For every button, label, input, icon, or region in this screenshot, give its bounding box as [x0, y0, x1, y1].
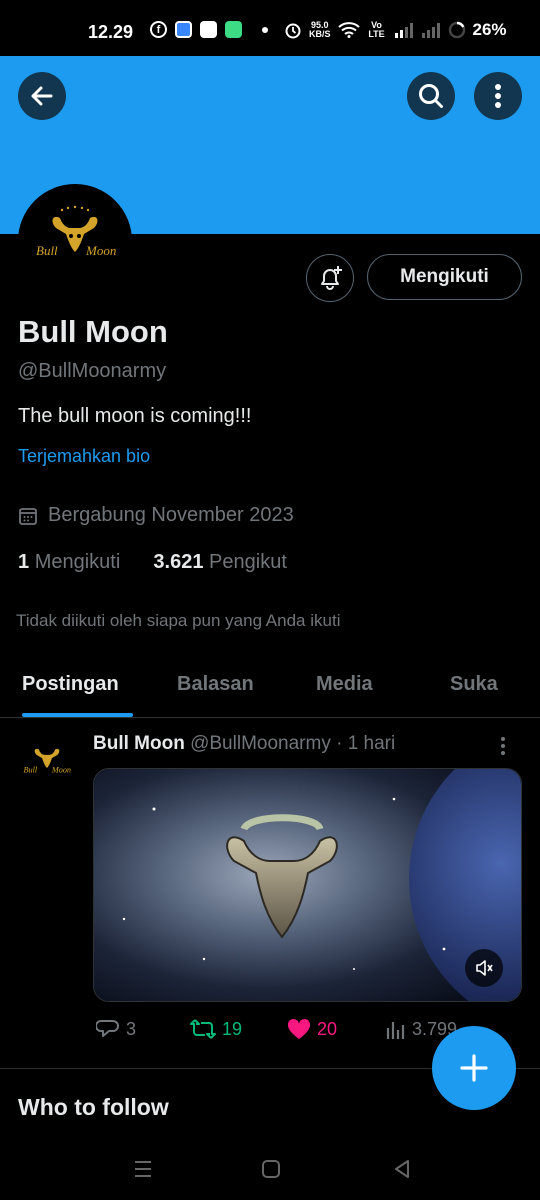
following-link[interactable]: 1 Mengikuti	[18, 551, 120, 573]
svg-text:Bull: Bull	[36, 243, 58, 258]
battery-ring-icon	[448, 21, 465, 39]
status-indicators: 95.0 KB/S Vo LTE 26%	[284, 20, 507, 40]
repost-count: 19	[222, 1018, 243, 1039]
profile-handle: @BullMoonarmy	[18, 360, 167, 382]
joined-date: Bergabung November 2023	[18, 504, 294, 527]
system-nav-bar	[0, 1140, 540, 1200]
following-label: Mengikuti	[34, 551, 121, 573]
status-time: 12.29	[88, 22, 134, 42]
reply-icon	[96, 1020, 119, 1037]
notification-icons: f	[150, 21, 268, 38]
alarm-icon	[285, 23, 301, 39]
followers-link[interactable]: 3.621 Pengikut	[153, 551, 286, 573]
notifications-subscribe-button[interactable]	[306, 254, 354, 302]
followers-label: Pengikut	[209, 551, 287, 573]
compose-post-button[interactable]	[432, 1026, 516, 1110]
wifi-icon	[337, 22, 360, 38]
more-options-button[interactable]	[474, 72, 522, 120]
following-button[interactable]: Mengikuti	[367, 254, 522, 300]
like-button[interactable]: 20	[287, 1018, 337, 1040]
follow-stats: 1 Mengikuti 3.621 Pengikut	[18, 551, 287, 574]
svg-text:Bull: Bull	[23, 765, 37, 774]
calendar-icon	[19, 507, 37, 525]
reply-button[interactable]: 3	[96, 1018, 136, 1040]
followers-you-know-note: Tidak diikuti oleh siapa pun yang Anda i…	[16, 611, 341, 630]
views-chart-icon	[386, 1022, 405, 1039]
bull-moon-logo-small: Bull Moon	[18, 733, 76, 791]
tab-replies[interactable]: Balasan	[177, 673, 254, 696]
post-author-name[interactable]: Bull Moon	[93, 733, 185, 754]
post-author-avatar[interactable]: Bull Moon	[18, 733, 76, 791]
post-header: Bull Moon @BullMoonarmy · 1 hari	[93, 733, 395, 755]
more-vertical-icon	[495, 84, 501, 108]
post-time: · 1 hari	[336, 733, 396, 754]
status-bar: 12.29 f 95.0 KB/S Vo LTE 26%	[0, 0, 540, 56]
svg-text:Moon: Moon	[85, 243, 116, 258]
network-speed: 95.0 KB/S	[309, 21, 331, 39]
app-circle-icon	[200, 21, 217, 38]
more-notifications-dot	[262, 26, 268, 33]
post-video[interactable]	[93, 768, 522, 1002]
heart-filled-icon	[287, 1018, 311, 1039]
repost-icon	[190, 1019, 216, 1039]
video-thumbnail	[94, 769, 521, 1001]
facebook-icon: f	[150, 21, 167, 38]
signal-2-icon	[421, 23, 440, 38]
reply-count: 3	[126, 1018, 137, 1039]
followers-count: 3.621	[153, 551, 204, 573]
bell-plus-icon	[321, 266, 342, 290]
translate-bio-link[interactable]: Terjemahkan bio	[18, 446, 150, 467]
tab-likes[interactable]: Suka	[450, 673, 498, 696]
joined-text: Bergabung November 2023	[48, 504, 294, 526]
more-vertical-icon	[501, 737, 505, 755]
active-tab-indicator	[22, 713, 133, 717]
profile-bio: The bull moon is coming!!!	[18, 405, 252, 427]
search-button[interactable]	[407, 72, 455, 120]
battery-level: 26%	[472, 20, 507, 39]
arrow-left-icon	[31, 86, 53, 106]
app-green-icon	[225, 21, 242, 38]
profile-name: Bull Moon	[18, 314, 168, 349]
bull-moon-logo: Bull Moon	[22, 188, 128, 294]
volte-label: Vo LTE	[368, 20, 385, 39]
post-author-handle[interactable]: @BullMoonarmy	[190, 733, 331, 754]
home-icon[interactable]	[261, 1158, 281, 1180]
repost-button[interactable]: 19	[190, 1018, 242, 1040]
post-more-button[interactable]	[500, 736, 506, 761]
app-blue-icon	[175, 21, 192, 38]
profile-tabs: Postingan Balasan Media Suka	[0, 660, 540, 718]
following-count: 1	[18, 551, 30, 573]
search-icon	[419, 84, 443, 108]
signal-icon	[394, 23, 413, 38]
back-nav-icon[interactable]	[392, 1158, 412, 1180]
tab-media[interactable]: Media	[316, 673, 373, 696]
recent-apps-icon[interactable]	[132, 1158, 154, 1180]
mute-button[interactable]	[465, 949, 503, 987]
back-button[interactable]	[18, 72, 66, 120]
svg-text:Moon: Moon	[51, 765, 71, 774]
speed-unit: KB/S	[309, 29, 331, 39]
speaker-muted-icon	[476, 960, 493, 976]
profile-avatar[interactable]: Bull Moon	[18, 184, 132, 298]
like-count: 20	[317, 1018, 338, 1039]
who-to-follow-heading: Who to follow	[18, 1094, 169, 1120]
plus-icon	[460, 1054, 488, 1082]
tab-posts[interactable]: Postingan	[22, 673, 119, 696]
